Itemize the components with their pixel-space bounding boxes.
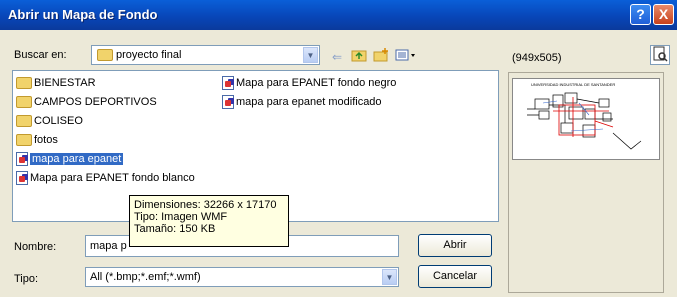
filename-label: Nombre:	[14, 241, 57, 253]
image-file-icon	[16, 152, 28, 167]
map-thumbnail: UNIVERSIDAD INDUSTRIAL DE SANTANDER	[512, 78, 660, 160]
look-in-value: proyecto final	[116, 49, 182, 61]
list-item[interactable]: mapa para epanet	[16, 151, 124, 167]
list-item[interactable]: Mapa para EPANET fondo blanco	[16, 170, 195, 186]
look-in-combo[interactable]: proyecto final ▼	[91, 45, 320, 65]
up-folder-icon[interactable]	[350, 48, 368, 66]
folder-icon	[16, 96, 32, 109]
preview-toggle-icon[interactable]	[650, 45, 670, 65]
tooltip-size: Tamaño: 150 KB	[134, 223, 216, 235]
image-file-icon	[222, 76, 234, 91]
list-item[interactable]: BIENESTAR	[16, 75, 96, 91]
list-item[interactable]: mapa para epanet modificado	[222, 94, 382, 110]
image-file-icon	[16, 171, 28, 186]
tooltip-type: Tipo: Imagen WMF	[134, 211, 228, 223]
file-info-tooltip: Dimensiones: 32266 x 17170 Tipo: Imagen …	[129, 195, 289, 247]
back-arrow-icon[interactable]: ⇐	[328, 48, 346, 66]
folder-icon	[16, 77, 32, 90]
filetype-label: Tipo:	[14, 273, 39, 285]
filetype-value: All (*.bmp;*.emf;*.wmf)	[90, 271, 201, 283]
list-item[interactable]: CAMPOS DEPORTIVOS	[16, 94, 157, 110]
help-button[interactable]: ?	[630, 4, 651, 25]
title-bar[interactable]: Abrir un Mapa de Fondo ? X	[0, 0, 677, 30]
map-drawing	[527, 92, 642, 150]
preview-size-text: (949x505)	[512, 52, 562, 64]
close-button[interactable]: X	[653, 4, 674, 25]
open-button[interactable]: Abrir	[418, 234, 492, 257]
new-folder-icon[interactable]	[372, 48, 390, 66]
cancel-button[interactable]: Cancelar	[418, 265, 492, 288]
list-item[interactable]: Mapa para EPANET fondo negro	[222, 75, 396, 91]
folder-icon	[97, 49, 113, 61]
chevron-down-icon[interactable]: ▼	[303, 47, 318, 63]
look-in-label: Buscar en:	[14, 49, 67, 61]
filetype-select[interactable]: All (*.bmp;*.emf;*.wmf) ▼	[85, 267, 399, 287]
chevron-down-icon[interactable]: ▼	[382, 269, 397, 285]
view-menu-icon[interactable]	[394, 48, 418, 66]
image-file-icon	[222, 95, 234, 110]
preview-pane: UNIVERSIDAD INDUSTRIAL DE SANTANDER	[508, 72, 664, 293]
window-title: Abrir un Mapa de Fondo	[8, 7, 158, 22]
list-item[interactable]: COLISEO	[16, 113, 83, 129]
tooltip-dimensions: Dimensiones: 32266 x 17170	[134, 199, 277, 211]
folder-icon	[16, 134, 32, 147]
folder-icon	[16, 115, 32, 128]
list-item[interactable]: fotos	[16, 132, 58, 148]
